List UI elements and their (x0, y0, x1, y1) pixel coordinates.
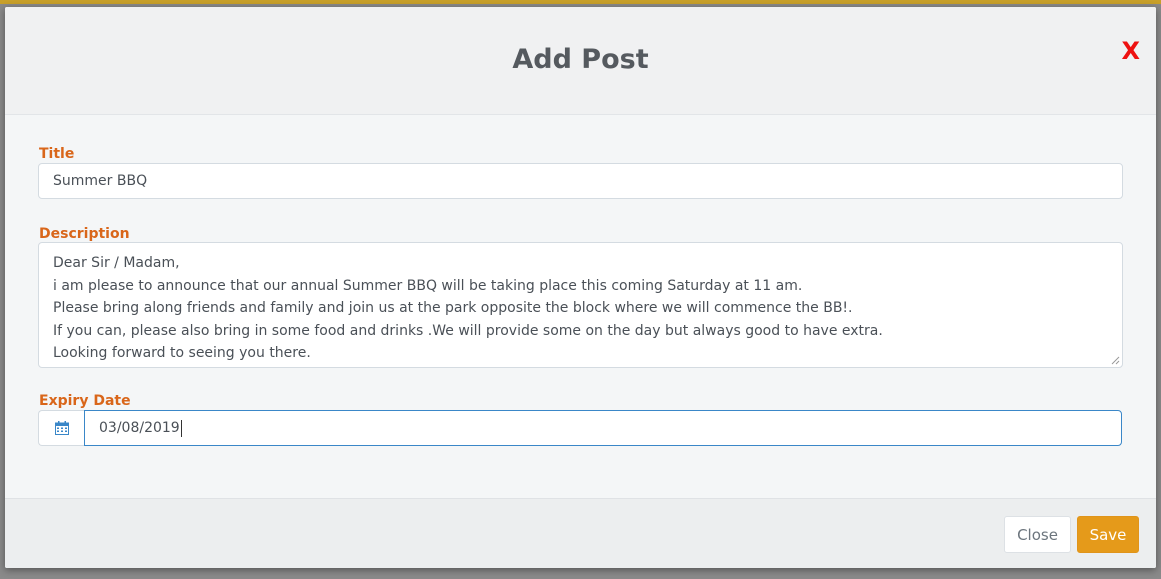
title-label: Title (39, 146, 75, 162)
text-caret (180, 419, 182, 437)
expiry-date-value: 03/08/2019 (99, 420, 180, 436)
expiry-date-input[interactable]: 03/08/2019 (84, 410, 1122, 446)
calendar-addon[interactable] (38, 410, 85, 446)
title-input-value: Summer BBQ (53, 173, 148, 189)
description-line: Please bring along friends and family an… (53, 300, 853, 316)
calendar-icon (55, 421, 69, 435)
modal-title: Add Post (512, 44, 649, 75)
save-button[interactable]: Save (1077, 516, 1139, 553)
description-line: Dear Sir / Madam, (53, 255, 180, 271)
description-line: If you can, please also bring in some fo… (53, 322, 883, 339)
modal-footer: Close Save (5, 498, 1156, 568)
close-button[interactable]: Close (1004, 516, 1071, 553)
description-textarea[interactable]: Dear Sir / Madam, i am please to announc… (38, 242, 1123, 368)
description-line: i am please to announce that our annual … (53, 277, 803, 294)
description-label: Description (39, 226, 130, 242)
add-post-modal: Add Post X Title Summer BBQ Description … (5, 7, 1156, 568)
page-top-border (0, 0, 1161, 4)
modal-body: Title Summer BBQ Description Dear Sir / … (5, 115, 1156, 498)
modal-header: Add Post X (5, 7, 1156, 115)
close-icon[interactable]: X (1121, 37, 1140, 65)
title-input[interactable]: Summer BBQ (38, 163, 1123, 199)
description-line: Looking forward to seeing you there. (53, 345, 311, 361)
resize-grip-icon[interactable] (1111, 356, 1120, 365)
expiry-date-label: Expiry Date (39, 393, 131, 409)
